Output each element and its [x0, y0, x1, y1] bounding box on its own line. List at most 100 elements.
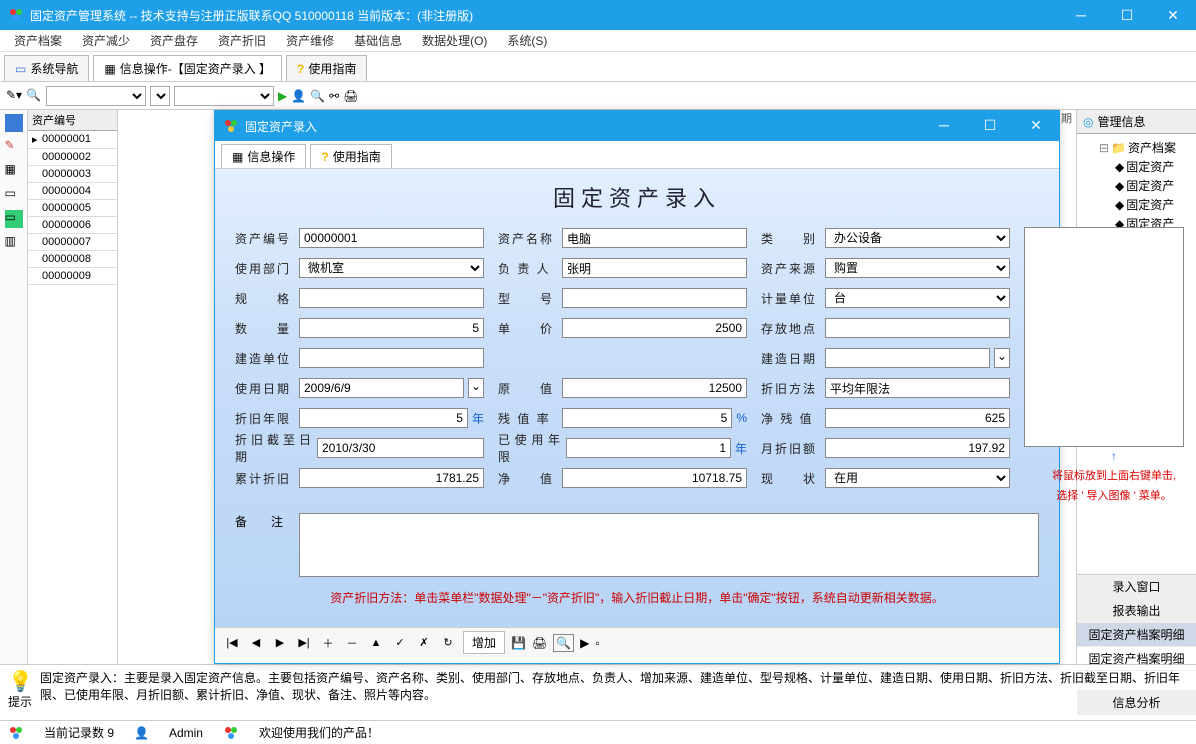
tool-icon[interactable]: ▭ [5, 210, 23, 228]
grid-row[interactable]: 00000004 [28, 183, 117, 200]
tab-guide[interactable]: ? 使用指南 [286, 55, 367, 81]
menu-item[interactable]: 基础信息 [344, 32, 412, 49]
owner-input[interactable] [562, 258, 747, 278]
tool-icon[interactable] [5, 114, 23, 132]
depr-method-input[interactable] [825, 378, 1010, 398]
orig-value-input[interactable] [562, 378, 747, 398]
monthly-depr-input[interactable] [825, 438, 1010, 458]
depr-end-date[interactable] [317, 438, 484, 458]
tree-node[interactable]: ⊟📁资产档案 [1081, 138, 1192, 157]
section-header[interactable]: 报表输出 [1077, 599, 1196, 623]
list-item[interactable]: 固定资产档案明细 [1077, 647, 1196, 671]
modal-tab-guide[interactable]: ?使用指南 [310, 144, 391, 168]
tree-node[interactable]: ◆固定资产 [1081, 176, 1192, 195]
print-icon[interactable]: 🖨 [532, 636, 547, 650]
menu-item[interactable]: 数据处理(O) [412, 32, 497, 49]
modal-close[interactable]: ✕ [1013, 111, 1059, 141]
grid-header[interactable]: 资产编号 [28, 110, 117, 131]
prev-button[interactable]: ◀ [247, 636, 265, 649]
menu-item[interactable]: 系统(S) [497, 32, 557, 49]
menu-item[interactable]: 资产折旧 [208, 32, 276, 49]
tool-icon[interactable]: ▭ [5, 186, 23, 204]
use-date-input[interactable] [299, 378, 464, 398]
pencil-icon[interactable]: ✎▾ [6, 88, 22, 104]
link-icon[interactable]: ⚯ [329, 89, 339, 103]
play-icon[interactable]: ▶ [278, 89, 287, 103]
grid-row[interactable]: ▸00000001 [28, 131, 117, 149]
source-select[interactable]: 购置 [825, 258, 1010, 278]
dept-select[interactable]: 微机室 [299, 258, 484, 278]
maximize-button[interactable]: ☐ [1104, 0, 1150, 30]
menu-item[interactable]: 资产减少 [72, 32, 140, 49]
close-button[interactable]: ✕ [1150, 0, 1196, 30]
commit-button[interactable]: ✓ [391, 636, 409, 649]
remark-textarea[interactable] [299, 513, 1039, 577]
last-button[interactable]: ▶| [295, 636, 313, 649]
tool-icon[interactable]: ▥ [5, 234, 23, 252]
asset-name-input[interactable] [562, 228, 747, 248]
model-input[interactable] [562, 288, 747, 308]
location-input[interactable] [825, 318, 1010, 338]
depr-years-input[interactable] [299, 408, 468, 428]
modal-minimize[interactable]: ─ [921, 111, 967, 141]
grid-row[interactable]: 00000006 [28, 217, 117, 234]
play-icon[interactable]: ▶ [580, 636, 589, 650]
section-header[interactable]: 录入窗口 [1077, 575, 1196, 599]
modal-tab-info[interactable]: ▦信息操作 [221, 144, 306, 168]
tool-icon[interactable]: ✎ [5, 138, 23, 156]
filter-dropdown-3[interactable] [174, 86, 274, 106]
save-icon[interactable]: 💾 [511, 636, 526, 650]
build-date-input[interactable] [825, 348, 990, 368]
status-user: Admin [169, 726, 203, 740]
tree-node[interactable]: ◆固定资产 [1081, 195, 1192, 214]
grid-row[interactable]: 00000003 [28, 166, 117, 183]
tool-icon[interactable]: ▦ [5, 162, 23, 180]
grid-row[interactable]: 00000005 [28, 200, 117, 217]
spec-input[interactable] [299, 288, 484, 308]
edit-nav-button[interactable]: ▲ [367, 637, 385, 649]
menu-item[interactable]: 资产档案 [4, 32, 72, 49]
add-nav-button[interactable]: ＋ [319, 635, 337, 651]
minimize-button[interactable]: ─ [1058, 0, 1104, 30]
user-icon[interactable]: 👤 [291, 89, 306, 103]
next-button[interactable]: ▶ [271, 636, 289, 649]
category-select[interactable]: 办公设备 [825, 228, 1010, 248]
tab-info-op[interactable]: ▦ 信息操作-【固定资产录入 】 [93, 55, 282, 81]
menu-item[interactable]: 资产盘存 [140, 32, 208, 49]
cancel-nav-button[interactable]: ✗ [415, 636, 433, 649]
status-select[interactable]: 在用 [825, 468, 1010, 488]
grid-row[interactable]: 00000008 [28, 251, 117, 268]
modal-maximize[interactable]: ☐ [967, 111, 1013, 141]
acc-depr-input[interactable] [299, 468, 484, 488]
builder-input[interactable] [299, 348, 484, 368]
filter-dropdown-2[interactable] [150, 86, 170, 106]
list-item[interactable]: 固定资产档案明细 [1077, 623, 1196, 647]
asset-id-input[interactable] [299, 228, 484, 248]
qty-input[interactable] [299, 318, 484, 338]
first-button[interactable]: |◀ [223, 636, 241, 649]
image-box[interactable] [1024, 227, 1184, 447]
status-records: 当前记录数 9 [44, 724, 114, 741]
export-icon[interactable]: ▫ [595, 636, 599, 650]
tab-nav[interactable]: ▭ 系统导航 [4, 55, 89, 81]
salvage-rate-input[interactable] [562, 408, 732, 428]
refresh-button[interactable]: ↻ [439, 636, 457, 649]
grid-row[interactable]: 00000002 [28, 149, 117, 166]
search-icon[interactable]: 🔍 [26, 88, 42, 104]
zoom-icon[interactable]: 🔍 [553, 634, 574, 652]
filter-dropdown-1[interactable] [46, 86, 146, 106]
unit-select[interactable]: 台 [825, 288, 1010, 308]
tree-node[interactable]: ◆固定资产 [1081, 157, 1192, 176]
window-title: 固定资产管理系统 -- 技术支持与注册正版联系QQ 510000118 当前版本… [30, 7, 1058, 24]
used-years-input[interactable] [566, 438, 731, 458]
remove-nav-button[interactable]: － [343, 635, 361, 651]
add-button[interactable]: 增加 [463, 631, 505, 654]
net-salvage-input[interactable] [825, 408, 1010, 428]
grid-row[interactable]: 00000009 [28, 268, 117, 285]
search-icon-2[interactable]: 🔍 [310, 89, 325, 103]
printer-icon[interactable]: 🖨 [343, 89, 358, 103]
net-value-input[interactable] [562, 468, 747, 488]
grid-row[interactable]: 00000007 [28, 234, 117, 251]
menu-item[interactable]: 资产维修 [276, 32, 344, 49]
unit-price-input[interactable] [562, 318, 747, 338]
